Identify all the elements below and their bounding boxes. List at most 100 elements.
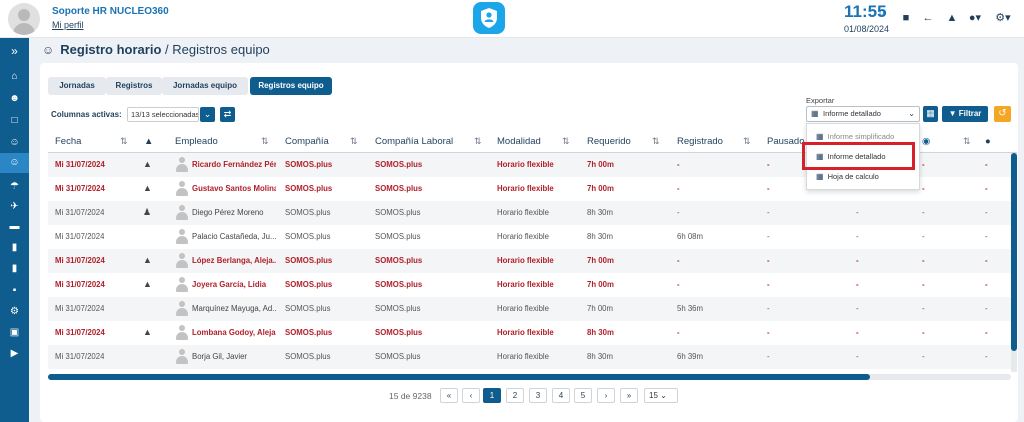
page-3-button[interactable]: 3 — [529, 388, 547, 403]
sort-icon[interactable]: ⇅ — [652, 136, 660, 147]
filter-button[interactable]: ▼ Filtrar — [942, 106, 988, 122]
page-4-button[interactable]: 4 — [552, 388, 570, 403]
cell-empleado[interactable]: Joyera García, Lidia — [192, 280, 276, 289]
cell-c9: - — [856, 256, 859, 265]
cell-registrado: - — [677, 160, 680, 169]
vertical-scroll-thumb[interactable] — [1011, 153, 1017, 351]
header-pausado[interactable]: Pausado — [767, 136, 805, 147]
cell-fecha: Mi 31/07/2024 — [55, 232, 105, 241]
header-fecha[interactable]: Fecha — [55, 136, 81, 147]
cell-empleado[interactable]: Marquínez Mayuga, Ad... — [192, 304, 276, 313]
export-label: Exportar — [806, 96, 835, 105]
cell-empleado[interactable]: Diego Pérez Moreno — [192, 208, 276, 217]
first-page-button[interactable]: « — [440, 388, 458, 403]
tab-registros-equipo[interactable]: Registros equipo — [250, 77, 332, 95]
drop-icon[interactable]: ●▾ — [967, 10, 983, 26]
cell-registrado: - — [677, 328, 680, 337]
swap-columns-button[interactable]: ⇄ — [220, 107, 235, 122]
table-row[interactable]: ♟ Mi 31/07/2024 Diego Pérez Moreno SOMOS.pl… — [48, 201, 1017, 225]
cell-requerido: 7h 00m — [587, 304, 614, 313]
last-page-button[interactable]: » — [620, 388, 638, 403]
page-1-button[interactable]: 1 — [483, 388, 501, 403]
header-registrado[interactable]: Registrado — [677, 136, 723, 147]
page-2-button[interactable]: 2 — [506, 388, 524, 403]
export-select[interactable]: ▦ Informe detallado ⌄ — [806, 106, 920, 122]
header-compania[interactable]: Compañía — [285, 136, 329, 147]
cell-empleado[interactable]: Gustavo Santos Molina — [192, 184, 276, 193]
back-arrow-icon[interactable]: ← — [920, 10, 936, 26]
export-option-simplificado[interactable]: ▦ Informe simplificado — [816, 132, 894, 141]
tab-registros[interactable]: Registros — [106, 77, 162, 95]
folder-icon[interactable]: ▮ — [7, 240, 22, 255]
cell-empleado[interactable]: López Berlanga, Aleja... — [192, 256, 276, 265]
settings-icon[interactable]: ⚙ — [7, 304, 22, 319]
cell-empleado[interactable]: Ricardo Fernández Pér... — [192, 160, 276, 169]
sort-icon[interactable]: ⇅ — [562, 136, 570, 147]
app-logo[interactable] — [473, 2, 505, 34]
cell-modalidad: Horario flexible — [497, 352, 550, 361]
profile-link[interactable]: Mi perfil — [52, 20, 84, 30]
user-badge-icon[interactable]: ■ — [898, 10, 914, 26]
table-row[interactable]: Mi 31/07/2024 Marquínez Mayuga, Ad... SOMO… — [48, 297, 1017, 321]
briefcase-icon[interactable]: ▬ — [7, 219, 22, 234]
avatar[interactable] — [8, 3, 40, 35]
cell-fecha: Mi 31/07/2024 — [55, 328, 105, 337]
calendar-icon[interactable]: □ — [7, 113, 22, 128]
sort-icon[interactable]: ⇅ — [743, 136, 751, 147]
download-button[interactable]: ▦ — [923, 106, 938, 122]
cell-c9: - — [856, 304, 859, 313]
sort-icon[interactable]: ⇅ — [120, 136, 128, 147]
chevron-down-icon: ⌄ — [908, 109, 915, 118]
home-icon[interactable]: ⌂ — [7, 69, 22, 84]
user-clock-icon[interactable]: ☺ — [7, 135, 22, 150]
cell-compania-laboral: SOMOS.plus — [375, 256, 423, 265]
table-row[interactable]: ▲ Mi 31/07/2024 Joyera García, Lidia SOMOS.… — [48, 273, 1017, 297]
chart-icon[interactable]: ▪ — [7, 283, 22, 298]
next-page-button[interactable]: › — [597, 388, 615, 403]
reset-icon[interactable]: ↺ — [994, 106, 1011, 122]
tab-jornadas-equipo[interactable]: Jornadas equipo — [162, 77, 248, 95]
cell-c10: - — [922, 352, 925, 361]
cell-c9: - — [856, 232, 859, 241]
table-row[interactable]: ▲ Mi 31/07/2024 López Berlanga, Aleja... SO… — [48, 249, 1017, 273]
id-card-icon[interactable]: ▣ — [7, 325, 22, 340]
columns-dropdown-button[interactable]: ⌄ — [200, 107, 215, 122]
tab-jornadas[interactable]: Jornadas — [48, 77, 106, 95]
cell-c9: - — [856, 280, 859, 289]
horizontal-scroll-thumb[interactable] — [48, 374, 870, 380]
cell-empleado[interactable]: Lombana Godoy, Aleja... — [192, 328, 276, 337]
header-empleado[interactable]: Empleado — [175, 136, 218, 147]
team-records-icon[interactable]: ☺ — [0, 153, 29, 173]
sort-icon[interactable]: ⇅ — [350, 136, 358, 147]
columns-select[interactable]: 13/13 seleccionadas — [127, 107, 199, 122]
plane-icon[interactable]: ✈ — [7, 199, 22, 214]
bell-icon[interactable]: ▲ — [944, 10, 960, 26]
cell-empleado[interactable]: Borja Gil, Javier — [192, 352, 276, 361]
sort-icon[interactable]: ⇅ — [474, 136, 482, 147]
megaphone-icon[interactable]: ▶ — [7, 346, 22, 361]
sort-icon[interactable]: ⇅ — [261, 136, 269, 147]
sort-icon[interactable]: ⇅ — [963, 136, 971, 147]
cell-requerido: 7h 00m — [587, 160, 614, 169]
export-option-hoja-calculo[interactable]: ▦ Hoja de calculo — [816, 172, 879, 181]
folder-open-icon[interactable]: ▮ — [7, 261, 22, 276]
table-row[interactable]: Mi 31/07/2024 Borja Gil, Javier SOMOS.plus… — [48, 345, 1017, 369]
users-icon[interactable]: ☻ — [7, 91, 22, 106]
table-row[interactable]: Mi 31/07/2024 Palacio Castañeda, Ju... SOM… — [48, 225, 1017, 249]
cell-empleado[interactable]: Palacio Castañeda, Ju... — [192, 232, 276, 241]
cell-c11: - — [985, 328, 988, 337]
page-5-button[interactable]: 5 — [574, 388, 592, 403]
beach-icon[interactable]: ☂ — [7, 179, 22, 194]
document-icon: ▦ — [811, 109, 819, 118]
table-row[interactable]: ▲ Mi 31/07/2024 Lombana Godoy, Aleja... SOM… — [48, 321, 1017, 345]
cell-c11: - — [985, 352, 988, 361]
header-compania-laboral[interactable]: Compañía Laboral — [375, 136, 453, 147]
expand-sidebar-icon[interactable]: » — [7, 44, 22, 59]
gear-icon[interactable]: ⚙▾ — [995, 10, 1011, 26]
page-size-select[interactable]: 15 ⌄ — [644, 388, 678, 403]
cell-c10: - — [922, 280, 925, 289]
cell-fecha: Mi 31/07/2024 — [55, 352, 105, 361]
prev-page-button[interactable]: ‹ — [462, 388, 480, 403]
header-requerido[interactable]: Requerido — [587, 136, 631, 147]
header-modalidad[interactable]: Modalidad — [497, 136, 541, 147]
